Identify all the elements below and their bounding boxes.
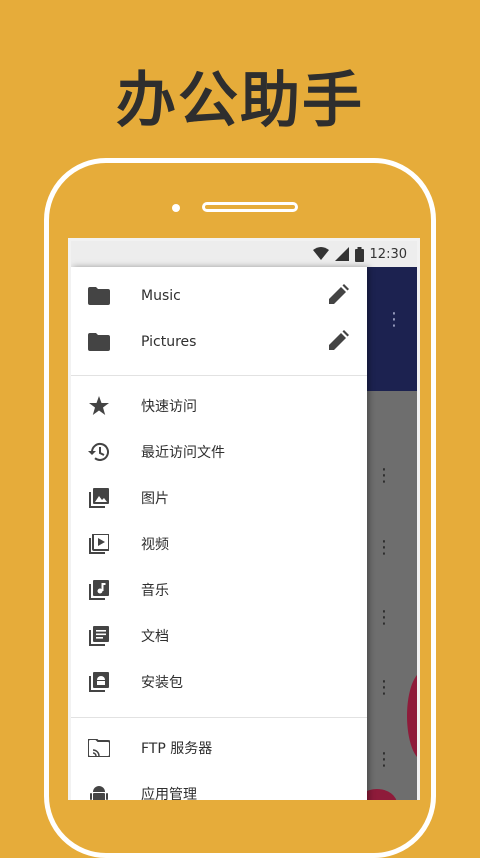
front-camera — [172, 204, 180, 212]
status-time: 12:30 — [369, 246, 407, 262]
list-item-menu-icon[interactable]: ⋮ — [375, 465, 393, 486]
drawer-item-label: 应用管理 — [141, 787, 197, 800]
drawer-item-apk[interactable]: 安装包 — [71, 659, 367, 705]
drawer-item-label: 图片 — [141, 491, 169, 507]
list-item-menu-icon[interactable]: ⋮ — [375, 537, 393, 558]
navigation-drawer: Music Pictures 快速访问 最近访问文件 图片 视频 音乐 文档 安… — [71, 267, 367, 800]
promo-headline: 办公助手 — [116, 66, 364, 136]
signal-icon — [334, 247, 349, 261]
folder-icon — [87, 284, 111, 308]
image-library-icon — [87, 486, 111, 510]
star-icon — [87, 394, 111, 418]
background-thumbnail — [407, 671, 417, 761]
drawer-item-videos[interactable]: 视频 — [71, 521, 367, 567]
drawer-bookmark-music[interactable]: Music — [71, 273, 367, 319]
drawer-divider — [71, 375, 367, 376]
wifi-icon — [312, 247, 329, 261]
list-item-menu-icon[interactable]: ⋮ — [375, 677, 393, 698]
drawer-divider — [71, 717, 367, 718]
drawer-item-documents[interactable]: 文档 — [71, 613, 367, 659]
edit-pencil-icon[interactable] — [329, 330, 353, 354]
drawer-item-label: 视频 — [141, 537, 169, 553]
music-library-icon — [87, 578, 111, 602]
overflow-menu-icon[interactable]: ⋮ — [385, 311, 403, 329]
edit-pencil-icon[interactable] — [329, 284, 353, 308]
drawer-item-recent-files[interactable]: 最近访问文件 — [71, 429, 367, 475]
drawer-item-label: 最近访问文件 — [141, 445, 225, 461]
list-item-menu-icon[interactable]: ⋮ — [375, 607, 393, 628]
drawer-item-label: FTP 服务器 — [141, 741, 213, 757]
drawer-item-label: 安装包 — [141, 675, 183, 691]
history-icon — [87, 440, 111, 464]
drawer-item-label: 文档 — [141, 629, 169, 645]
drawer-item-ftp-server[interactable]: FTP 服务器 — [71, 725, 367, 771]
drawer-item-label: 快速访问 — [141, 399, 197, 415]
status-bar: 12:30 — [71, 241, 417, 267]
drawer-item-label: Pictures — [141, 334, 197, 350]
drawer-item-app-manager[interactable]: 应用管理 — [71, 771, 367, 800]
folder-icon — [87, 330, 111, 354]
drawer-item-label: Music — [141, 288, 181, 304]
apk-library-icon — [87, 670, 111, 694]
earpiece-speaker — [202, 202, 298, 212]
drawer-item-quick-access[interactable]: 快速访问 — [71, 383, 367, 429]
drawer-bookmark-pictures[interactable]: Pictures — [71, 319, 367, 365]
drawer-item-label: 音乐 — [141, 583, 169, 599]
list-item-menu-icon[interactable]: ⋮ — [375, 749, 393, 770]
drawer-item-music[interactable]: 音乐 — [71, 567, 367, 613]
battery-icon — [354, 246, 364, 262]
ftp-server-icon — [87, 736, 111, 760]
android-icon — [87, 782, 111, 800]
video-library-icon — [87, 532, 111, 556]
drawer-item-images[interactable]: 图片 — [71, 475, 367, 521]
phone-screen: 12:30 ⋮ ⋮ ⋮ ⋮ ⋮ ⋮ Music Pictures 快速访问 最近… — [68, 238, 420, 800]
document-library-icon — [87, 624, 111, 648]
